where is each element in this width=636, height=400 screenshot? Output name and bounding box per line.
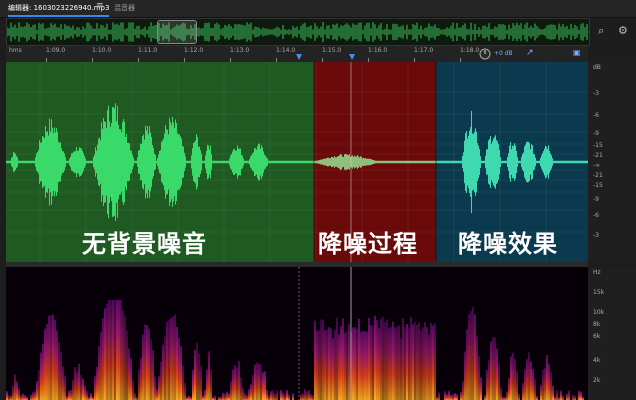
- panel-menu-icon[interactable]: ≡: [96, 1, 104, 11]
- volume-readout[interactable]: +0 dB: [494, 50, 513, 57]
- db-label: -6: [593, 212, 599, 219]
- ruler-controls: +0 dB ↗ ▣: [478, 47, 588, 61]
- overview-viewport-handle[interactable]: [157, 20, 197, 44]
- hz-label: 8k: [593, 321, 601, 328]
- db-label: -3: [593, 232, 599, 239]
- hz-label: 10k: [593, 309, 605, 316]
- db-label: -∞: [593, 162, 601, 169]
- db-label: -15: [593, 182, 603, 189]
- db-label: -9: [593, 196, 599, 203]
- db-label: -3: [593, 90, 599, 97]
- label-no-noise: 无背景噪音: [82, 230, 207, 258]
- db-unit: dB: [593, 64, 601, 71]
- zoom-icon[interactable]: ⌕: [598, 24, 604, 38]
- db-label: -21: [593, 172, 603, 179]
- hz-label: 2k: [593, 377, 601, 384]
- label-denoise-result: 降噪效果: [458, 230, 558, 258]
- hz-scale: Hz 15k 10k 8k 6k 4k 2k: [588, 267, 636, 400]
- hz-unit: Hz: [593, 269, 601, 276]
- spectral-energy: [6, 300, 584, 400]
- lock-icon[interactable]: ▣: [573, 48, 581, 57]
- db-label: -21: [593, 152, 603, 159]
- tab-editor[interactable]: 编辑器: 1603023226940.mp3: [8, 3, 110, 17]
- spectral-frequency-display[interactable]: [6, 267, 588, 400]
- tab-bar: 编辑器: 1603023226940.mp3 ≡ 混音器: [0, 0, 636, 18]
- db-label: -6: [593, 112, 599, 119]
- volume-knob-icon[interactable]: [479, 48, 491, 60]
- db-scale: dB -3 -6 -9 -15 -21 -∞ -21 -15 -9 -6 -3: [588, 62, 636, 262]
- snap-icon[interactable]: ↗: [526, 48, 534, 58]
- hz-label: 15k: [593, 289, 605, 296]
- right-toolbar: ⌕ ⚙: [592, 20, 636, 44]
- playhead-icon[interactable]: [349, 54, 355, 60]
- overview-waveform[interactable]: [6, 18, 590, 46]
- hz-label: 6k: [593, 333, 601, 340]
- settings-icon[interactable]: ⚙: [618, 24, 628, 37]
- label-denoise-process: 降噪过程: [318, 230, 418, 258]
- hz-label: 4k: [593, 357, 601, 364]
- db-label: -15: [593, 142, 603, 149]
- marker-left-icon[interactable]: [296, 54, 302, 60]
- tab-mixer[interactable]: 混音器: [114, 3, 135, 13]
- db-label: -9: [593, 130, 599, 137]
- waveform-panel[interactable]: 无背景噪音 降噪过程 降噪效果: [6, 62, 588, 262]
